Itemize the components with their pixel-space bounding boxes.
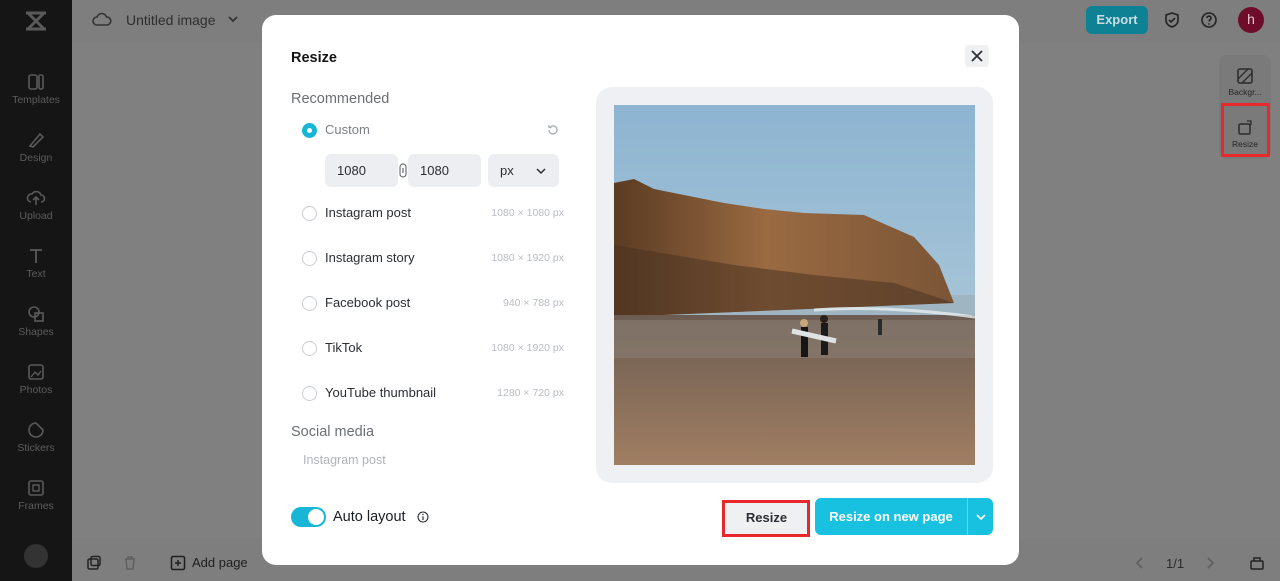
sidebar-item-label: Design [19,152,53,164]
chevron-down-icon [976,514,986,521]
radio[interactable] [302,206,317,221]
duplicate-icon[interactable] [86,555,102,571]
document-title[interactable]: Untitled image [126,12,216,28]
close-button[interactable] [965,45,989,67]
sidebar-item-stickers[interactable]: Stickers [0,420,72,454]
sidebar-item-label: Text [26,268,46,280]
option-instagram-post[interactable]: Instagram post 1080 × 1080 px [302,204,564,226]
option-tiktok[interactable]: TikTok 1080 × 1920 px [302,339,564,361]
sidebar-item-design[interactable]: Design [0,130,72,164]
option-dimensions: 1080 × 1920 px [491,252,564,264]
highlight-resize-button [722,500,810,537]
option-facebook-post[interactable]: Facebook post 940 × 788 px [302,294,564,316]
option-dimensions: 940 × 788 px [502,297,564,309]
design-icon [28,132,45,148]
preview-image [614,105,975,465]
social-media-heading: Social media [291,424,375,440]
upload-icon [26,190,46,205]
unit-select[interactable]: px [488,154,559,187]
sidebar-item-templates[interactable]: Templates [0,72,72,106]
sidebar-item-label: Templates [12,94,60,106]
sidebar-item-label: Frames [18,500,54,512]
templates-icon [28,74,44,90]
stickers-icon [28,422,44,438]
option-label: Custom [325,122,370,137]
modal-title: Resize [291,50,337,66]
left-sidebar: Templates Design Upload Text Shapes Phot… [0,0,72,581]
trash-icon[interactable] [122,555,138,571]
page-count: 1/1 [1166,556,1185,571]
resize-options-dropdown[interactable] [967,498,993,535]
sidebar-item-label: Photos [19,384,53,396]
height-input[interactable]: 1080 [408,154,481,187]
close-icon [971,50,983,62]
right-panel-item-background[interactable]: Backgr... [1219,67,1271,97]
cloud-icon [92,12,112,26]
link-icon[interactable] [398,163,408,178]
sidebar-item-label: Shapes [18,326,54,338]
auto-layout-toggle[interactable] [291,507,326,527]
option-label: Facebook post [325,295,411,310]
resize-modal: Resize Recommended Custom 1080 1080 px I… [262,15,1019,565]
export-button[interactable]: Export [1086,6,1148,34]
chevron-down-icon [536,168,546,175]
photos-icon [28,364,44,380]
add-page-button[interactable]: Add page [192,555,248,570]
radio-selected[interactable] [302,123,317,138]
option-dimensions: 1080 × 1920 px [491,342,564,354]
resize-on-new-page-button[interactable]: Resize on new page [815,498,967,535]
reset-icon[interactable] [546,123,560,137]
sidebar-item-shapes[interactable]: Shapes [0,304,72,338]
sidebar-item-frames[interactable]: Frames [0,478,72,512]
sidebar-item-label: Stickers [17,442,55,454]
sidebar-item-text[interactable]: Text [0,246,72,280]
width-input[interactable]: 1080 [325,154,398,187]
right-panel-item-label: Backgr... [1228,87,1262,97]
chevron-right-icon[interactable] [1202,555,1218,571]
option-label: Instagram post [325,205,411,220]
option-instagram-story[interactable]: Instagram story 1080 × 1920 px [302,249,564,271]
capcut-logo-icon [26,11,46,31]
chevron-left-icon[interactable] [1132,555,1148,571]
sidebar-item-upload[interactable]: Upload [0,188,72,222]
chevron-down-icon[interactable] [226,12,240,26]
avatar[interactable]: h [1238,7,1264,33]
sidebar-item-label: Upload [19,210,53,222]
highlight-resize-panel [1221,103,1270,157]
option-dimensions: 1080 × 1080 px [491,207,564,219]
radio[interactable] [302,251,317,266]
option-label: TikTok [325,340,363,355]
sidebar-item-photos[interactable]: Photos [0,362,72,396]
radio[interactable] [302,341,317,356]
option-label: Instagram story [325,250,415,265]
option-label: YouTube thumbnail [325,385,437,400]
radio[interactable] [302,296,317,311]
unit-value: px [500,163,514,178]
option-dimensions: 1280 × 720 px [497,387,564,399]
social-media-item[interactable]: Instagram post [303,453,386,467]
shapes-icon [28,306,44,322]
preview-frame [596,87,993,483]
recommended-heading: Recommended [291,91,390,107]
frames-icon [28,480,44,496]
shield-icon[interactable] [1162,10,1182,30]
add-page-icon[interactable] [170,555,186,571]
background-icon [1237,68,1253,84]
info-icon[interactable] [417,511,429,523]
layers-icon[interactable] [1249,555,1265,571]
help-icon[interactable] [1199,10,1219,30]
auto-layout-label: Auto layout [333,509,406,525]
option-youtube-thumbnail[interactable]: YouTube thumbnail 1280 × 720 px [302,384,564,406]
text-icon [30,249,42,263]
more-apps-button[interactable] [24,544,48,568]
radio[interactable] [302,386,317,401]
option-custom[interactable]: Custom [302,121,564,143]
